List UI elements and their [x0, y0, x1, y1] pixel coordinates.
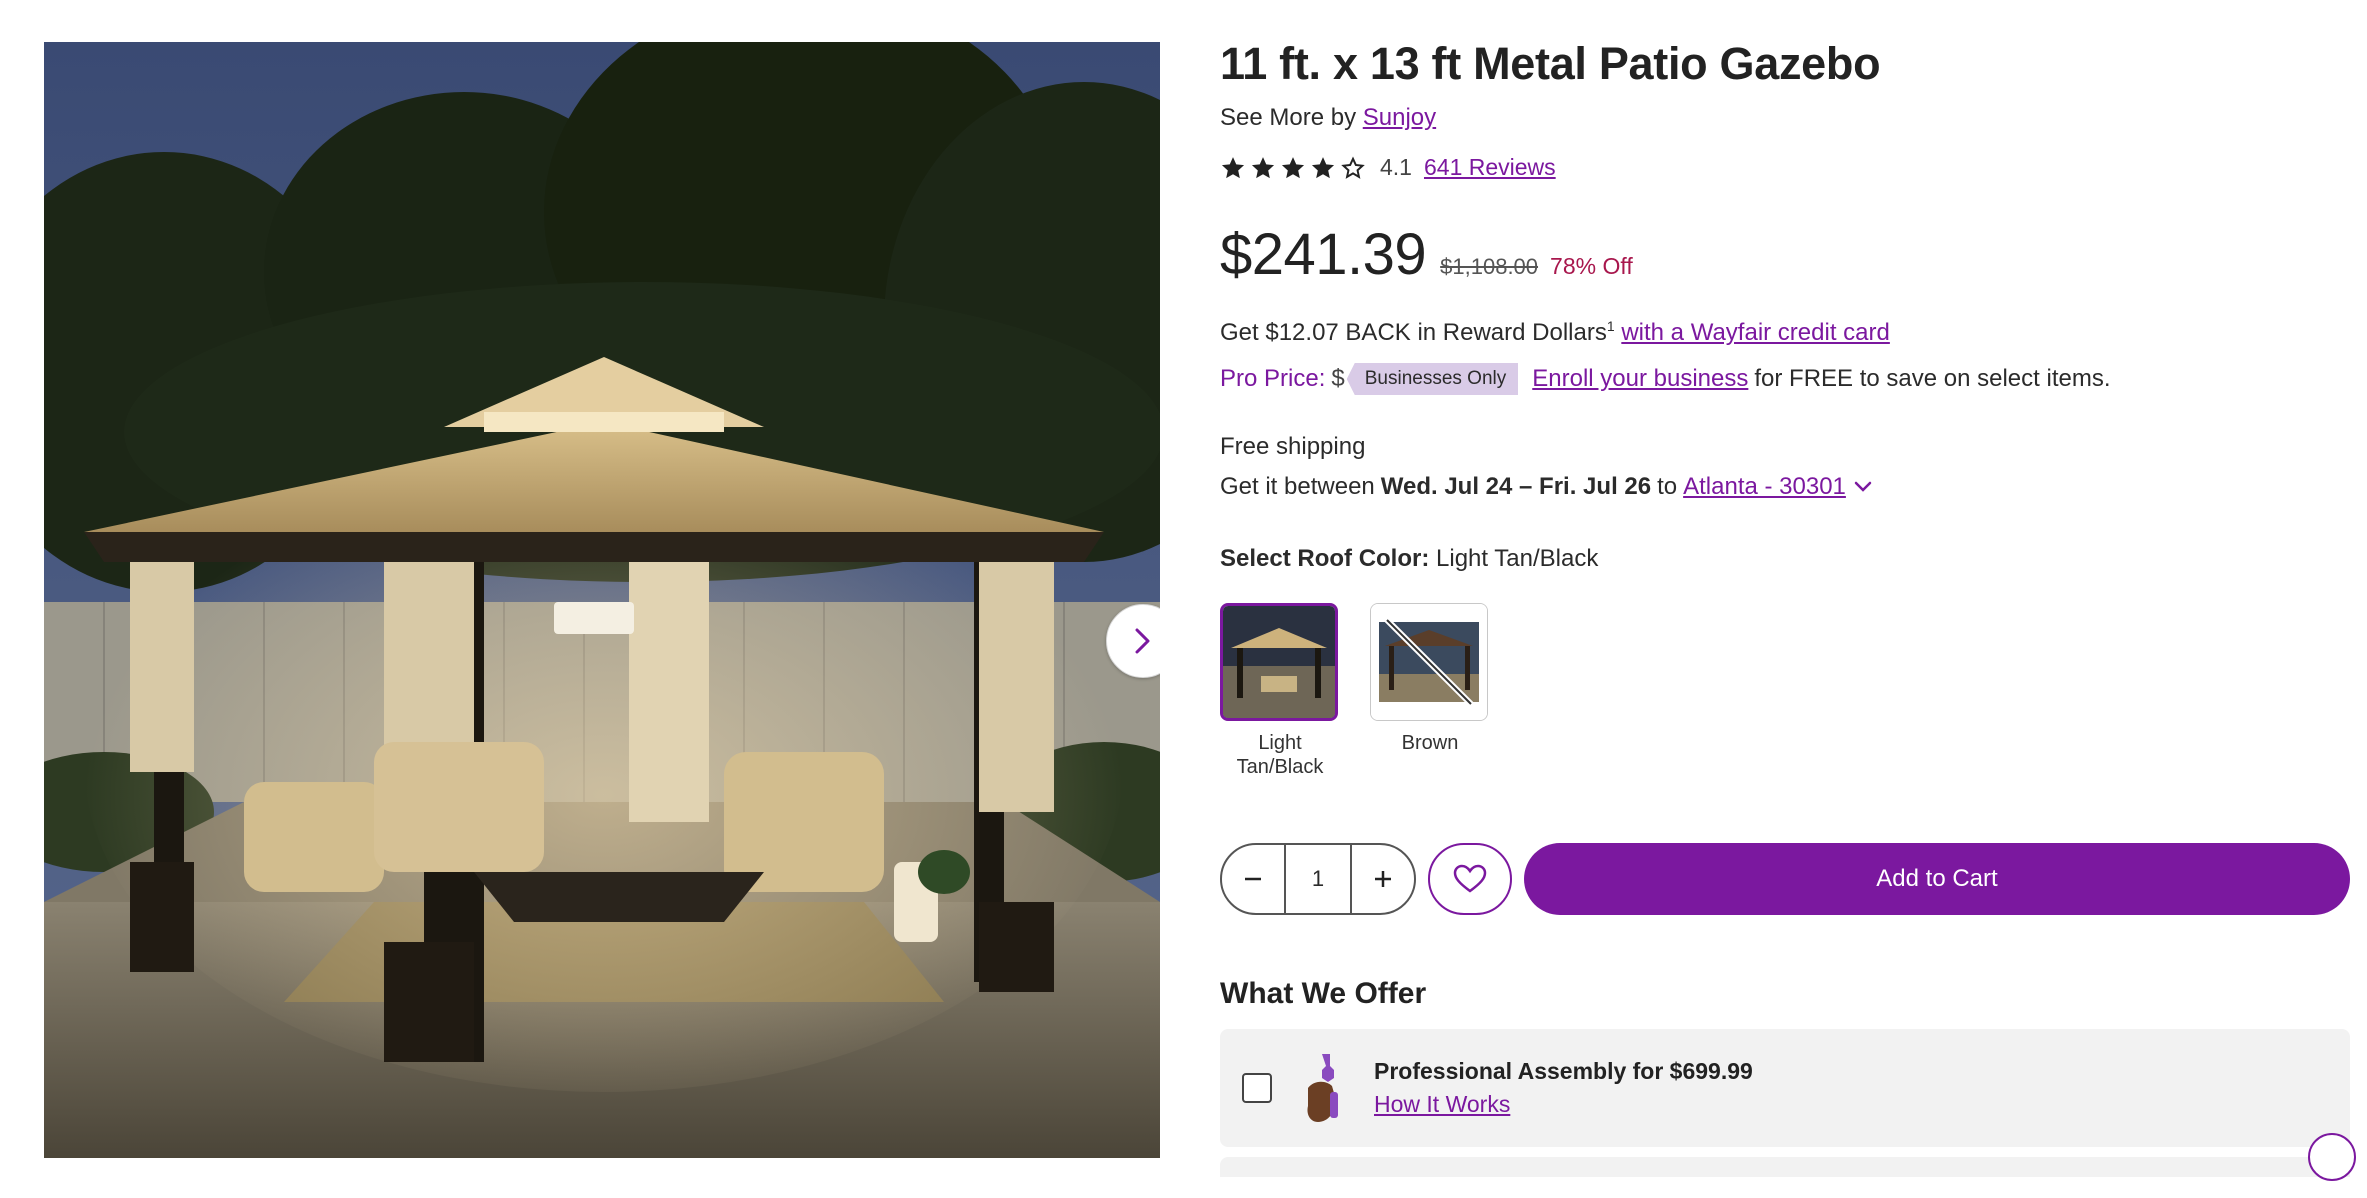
add-to-cart-row: 1 Add to Cart [1220, 843, 2350, 915]
price-row: $241.39 $1,108.00 78% Off [1220, 221, 2350, 288]
businesses-only-badge: Businesses Only [1346, 363, 1519, 395]
quantity-stepper: 1 [1220, 843, 1416, 915]
how-it-works-link[interactable]: How It Works [1374, 1091, 1753, 1118]
assembly-offer: Professional Assembly for $699.99 How It… [1220, 1029, 2356, 1181]
free-shipping: Free shipping [1220, 433, 1366, 460]
assembly-text: Professional Assembly for $699.99 How It… [1374, 1058, 1753, 1118]
next-offer-peek [1220, 1157, 2350, 1177]
reviews-link[interactable]: 641 Reviews [1424, 154, 1556, 181]
pro-suffix: for FREE to save on select items. [1754, 365, 2111, 392]
quantity-input[interactable]: 1 [1284, 845, 1352, 913]
chevron-down-icon[interactable] [1854, 481, 1872, 493]
pro-price-dollar: $ [1331, 365, 1345, 392]
pro-price-label: Pro Price: [1220, 365, 1326, 392]
product-image-gallery[interactable] [44, 42, 1160, 1158]
rating-value: 4.1 [1380, 154, 1412, 180]
swatch-image [1370, 603, 1488, 721]
heart-icon [1453, 864, 1487, 893]
star-rating [1220, 155, 1366, 181]
product-image [44, 42, 1160, 1158]
delivery-dates: Wed. Jul 24 – Fri. Jul 26 [1380, 473, 1652, 500]
reward-dollars: Get $12.07 BACK in Reward Dollars1 with … [1220, 318, 2350, 347]
credit-card-link[interactable]: with a Wayfair credit card [1621, 319, 1890, 346]
reward-text: Get $12.07 BACK in Reward Dollars [1220, 319, 1607, 346]
decrease-quantity-button[interactable] [1222, 845, 1284, 913]
chevron-right-icon [1135, 628, 1150, 654]
delivery-to: to [1657, 473, 1678, 500]
selected-color: Light Tan/Black [1436, 545, 1599, 572]
delivery-estimate: Get it between Wed. Jul 24 – Fri. Jul 26… [1220, 473, 2350, 501]
star-outline-icon [1341, 155, 1365, 179]
swatch-label: Light Tan/Black [1236, 732, 1324, 778]
what-we-offer-heading: What We Offer [1220, 977, 1427, 1010]
see-more-prefix: See More by [1220, 104, 1357, 131]
select-color-label: Select Roof Color: [1220, 545, 1430, 572]
pro-price-row: Pro Price: $ Businesses Only Enroll your… [1220, 363, 2350, 395]
original-price: $1,108.00 [1440, 254, 1539, 279]
star-icon [1221, 156, 1245, 178]
chat-button[interactable] [2308, 1133, 2356, 1181]
swatch-light-tan-black[interactable]: Light Tan/Black [1220, 603, 1340, 779]
swatch-brown[interactable]: Brown [1370, 603, 1490, 779]
star-icon [1251, 156, 1275, 178]
plus-icon [1375, 871, 1391, 887]
minus-icon [1245, 877, 1261, 881]
wrench-hand-icon [1307, 1054, 1338, 1122]
add-to-cart-button[interactable]: Add to Cart [1524, 843, 2350, 915]
reward-footnote: 1 [1606, 318, 1615, 334]
swatch-label: Brown [1401, 732, 1459, 754]
color-swatches: Light Tan/Black Brown [1220, 603, 2350, 779]
assembly-checkbox[interactable] [1242, 1073, 1272, 1103]
location-link[interactable]: Atlanta - 30301 [1683, 473, 1846, 501]
product-title: 11 ft. x 13 ft Metal Patio Gazebo [1220, 38, 1881, 89]
roof-color-selector: Select Roof Color: Light Tan/Black [1220, 545, 2350, 573]
product-details: 11 ft. x 13 ft Metal Patio Gazebo See Mo… [1220, 30, 2356, 1181]
brand-link[interactable]: Sunjoy [1363, 104, 1436, 131]
assembly-title: Professional Assembly for $699.99 [1374, 1058, 1753, 1084]
increase-quantity-button[interactable] [1352, 845, 1414, 913]
rating-row: 4.1 641 Reviews [1220, 154, 2350, 181]
star-icon [1311, 156, 1335, 178]
star-icon [1281, 156, 1305, 178]
delivery-prefix: Get it between [1220, 473, 1375, 500]
enroll-business-link[interactable]: Enroll your business [1532, 365, 1748, 393]
swatch-image [1220, 603, 1338, 721]
discount-label: 78% Off [1550, 253, 1633, 279]
see-more-by: See More by Sunjoy [1220, 104, 2350, 132]
favorite-button[interactable] [1428, 843, 1512, 915]
sale-price: $241.39 [1220, 222, 1427, 287]
